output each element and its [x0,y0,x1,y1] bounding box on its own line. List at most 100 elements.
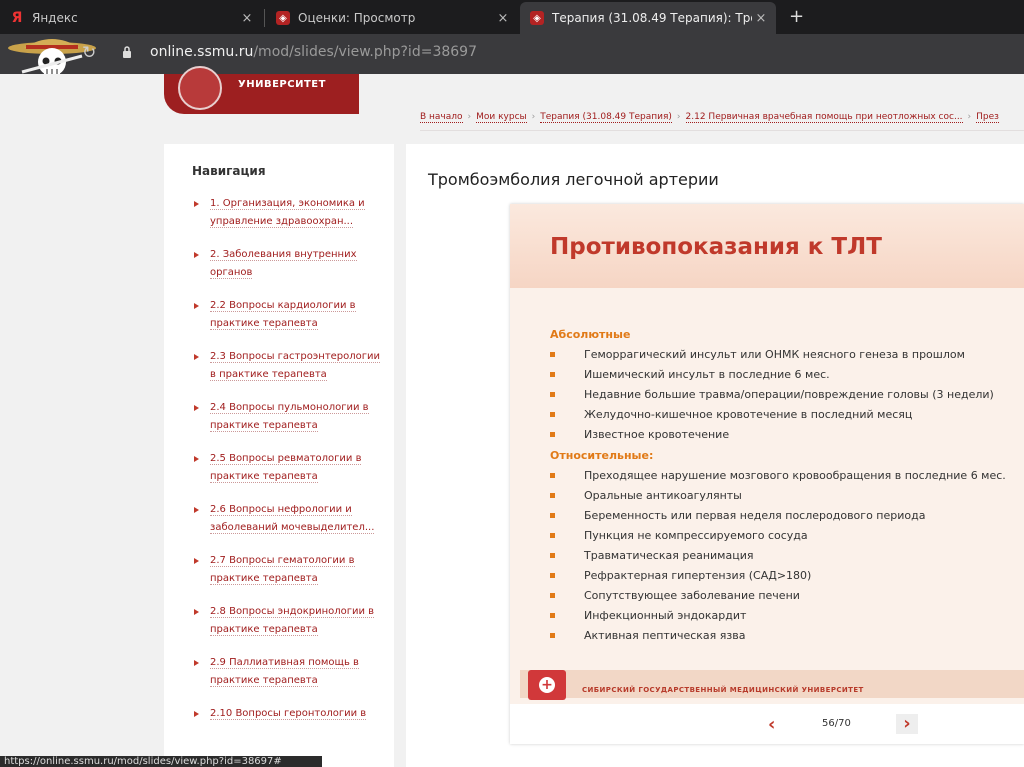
tab-therapy[interactable]: ◈ Терапия (31.08.49 Терапия): Тро × [520,2,776,34]
main-content: Тромбоэмболия легочной артерии Противопо… [406,144,1024,767]
list-item-text: Известное кровотечение [584,428,730,441]
nav-item[interactable]: 2. Заболевания внутренних органов [192,246,382,281]
list-item-text: Недавние большие травма/операции/поврежд… [584,388,994,401]
bullet-icon [550,613,555,618]
presentation-slide: Противопоказания к ТЛТ Абсолютные Геморр… [510,204,1024,744]
nav-item[interactable]: 2.3 Вопросы гастроэнтерологии в практике… [192,348,382,383]
breadcrumb-section[interactable]: 2.12 Первичная врачебная помощь при неот… [685,112,963,123]
nav-item-label: 2.4 Вопросы пульмонологии в практике тер… [210,402,369,432]
yandex-icon: Я [11,10,23,26]
tab-yandex[interactable]: Я Яндекс × [0,4,262,32]
breadcrumb-my-courses[interactable]: Мои курсы [476,112,527,123]
list-item-text: Сопутствующее заболевание печени [584,589,800,602]
list-item-text: Беременность или первая неделя послеродо… [584,509,926,522]
nav-item-label: 2.3 Вопросы гастроэнтерологии в практике… [210,351,381,381]
close-icon[interactable]: × [238,11,256,26]
slide-counter: 56/70 [822,718,851,729]
nav-item-label: 2.10 Вопросы геронтологии в [210,708,367,720]
list-item-text: Геморрагический инсульт или ОНМК неясног… [584,348,965,361]
bullet-icon [550,412,555,417]
nav-item[interactable]: 2.7 Вопросы гематологии в практике терап… [192,552,382,587]
nav-item[interactable]: 2.4 Вопросы пульмонологии в практике тер… [192,399,382,434]
reload-icon[interactable]: ↻ [82,43,96,63]
bullet-icon [550,432,555,437]
ssmu-favicon: ◈ [530,11,544,25]
new-tab-button[interactable]: + [789,6,804,27]
nav-item-label: 2.2 Вопросы кардиологии в практике терап… [210,300,356,330]
url-path: /mod/slides/view.php?id=38697 [253,44,477,60]
nav-item[interactable]: 1. Организация, экономика и управление з… [192,195,382,230]
slide-footer-text: СИБИРСКИЙ ГОСУДАРСТВЕННЫЙ МЕДИЦИНСКИЙ УН… [582,686,864,694]
nav-item[interactable]: 2.6 Вопросы нефрологии и заболеваний моч… [192,501,382,536]
breadcrumb-separator: › [676,112,681,122]
bullet-icon [194,609,199,615]
bullet-icon [194,507,199,513]
tab-title: Яндекс [32,11,78,25]
breadcrumb-separator: › [467,112,472,122]
bullet-icon [194,660,199,666]
bullet-icon [194,711,199,717]
bullet-icon [194,456,199,462]
list-item-text: Оральные антикоагулянты [584,489,742,502]
browser-window: Я Яндекс × ◈ Оценки: Просмотр × ◈ Терапи… [0,0,1024,767]
url-field[interactable]: online.ssmu.ru/mod/slides/view.php?id=38… [150,44,477,60]
bullet-icon [550,573,555,578]
tab-separator [264,9,265,27]
lock-icon [123,46,131,58]
bullet-icon [194,558,199,564]
navigation-title: Навигация [192,164,266,178]
nav-item-label: 2.7 Вопросы гематологии в практике терап… [210,555,355,585]
bullet-icon [194,405,199,411]
breadcrumb-presentation[interactable]: През [976,112,999,123]
ssmu-favicon: ◈ [276,11,290,25]
breadcrumb-separator: › [967,112,972,122]
tab-title: Терапия (31.08.49 Терапия): Тро [552,11,752,25]
bullet-icon [550,392,555,397]
navigation-block: Навигация 1. Организация, экономика и уп… [164,144,394,767]
nav-item-label: 2.9 Паллиативная помощь в практике терап… [210,657,359,687]
breadcrumb-course[interactable]: Терапия (31.08.49 Терапия) [540,112,672,123]
list-item-text: Преходящее нарушение мозгового кровообра… [584,469,1006,482]
close-icon[interactable]: × [752,11,770,26]
slide-pager: ‹ 56/70 › [510,704,1024,744]
list-item-text: Пункция не компрессируемого сосуда [584,529,808,542]
web-page: УНИВЕРСИТЕТ В начало › Мои курсы › Терапия (… [0,66,1024,767]
list-item-text: Ишемический инсульт в последние 6 мес. [584,368,830,381]
bullet-icon [550,473,555,478]
bullet-icon [550,533,555,538]
bullet-icon [550,352,555,357]
medical-bag-icon: + [528,670,566,700]
bullet-icon [194,303,199,309]
slide-title: Противопоказания к ТЛТ [550,234,882,260]
nav-item-label: 2.8 Вопросы эндокринологии в практике те… [210,606,375,636]
medical-cross-icon: + [539,677,555,693]
nav-item[interactable]: 2.2 Вопросы кардиологии в практике терап… [192,297,382,332]
bullet-icon [194,201,199,207]
bullet-icon [550,513,555,518]
breadcrumb: В начало › Мои курсы › Терапия (31.08.49 Тер… [420,112,1024,128]
tab-title: Оценки: Просмотр [298,11,416,25]
bullet-icon [550,372,555,377]
close-icon[interactable]: × [494,11,512,26]
university-logo[interactable]: УНИВЕРСИТЕТ [164,66,359,114]
prev-slide-button[interactable]: ‹ [768,714,775,735]
list-item-text: Травматическая реанимация [584,549,754,562]
breadcrumb-separator: › [531,112,536,122]
nav-item[interactable]: 2.9 Паллиативная помощь в практике терап… [192,654,382,689]
navigation-list: 1. Организация, экономика и управление з… [192,195,382,739]
breadcrumb-divider [420,130,1024,131]
university-seal-icon [178,66,222,110]
nav-item[interactable]: 2.8 Вопросы эндокринологии в практике те… [192,603,382,638]
bullet-icon [194,354,199,360]
nav-item[interactable]: 2.5 Вопросы ревматологии в практике тера… [192,450,382,485]
page-title: Тромбоэмболия легочной артерии [428,170,719,189]
status-bar-url: https://online.ssmu.ru/mod/slides/view.p… [0,756,322,767]
bullet-icon [194,252,199,258]
nav-item-label: 1. Организация, экономика и управление з… [210,198,365,228]
nav-item-label: 2.6 Вопросы нефрологии и заболеваний моч… [210,504,375,534]
next-slide-button[interactable]: › [896,714,918,734]
tab-grades[interactable]: ◈ Оценки: Просмотр × [266,4,518,32]
nav-item[interactable]: 2.10 Вопросы геронтологии в [192,705,382,723]
url-host: online.ssmu.ru [150,44,254,60]
breadcrumb-home[interactable]: В начало [420,112,463,123]
